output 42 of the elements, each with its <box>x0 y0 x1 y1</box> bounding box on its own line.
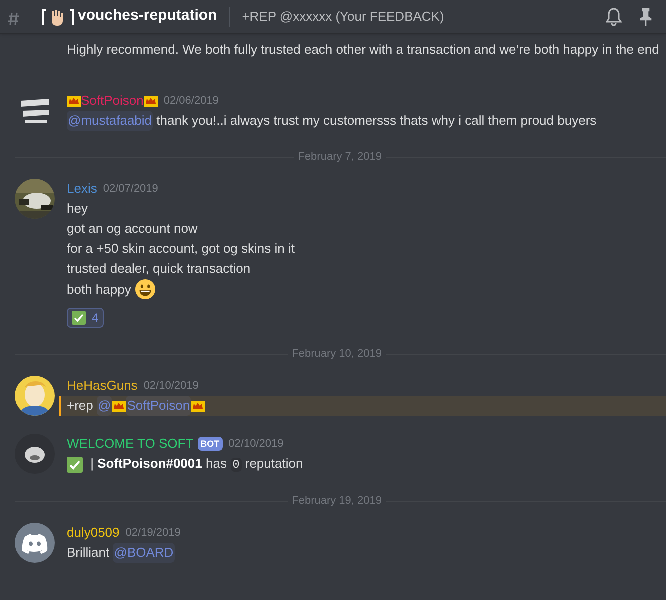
username[interactable]: HeHasGuns <box>67 376 138 396</box>
message-text: Highly recommend. We both fully trusted each other with a transaction and we’re both happy in the end <box>67 41 660 59</box>
message-text: | SoftPoison#0001 has 0 reputation <box>90 455 304 474</box>
date-divider-label: February 10, 2019 <box>291 346 383 362</box>
message-text: both happy <box>67 280 132 299</box>
message-text: thank you!..i always trust my customersss thats why i call them proud buyers <box>156 112 597 130</box>
reaction-button[interactable]: 4 <box>67 308 104 328</box>
date-divider-label: February 7, 2019 <box>297 150 383 165</box>
username[interactable]: duly0509 <box>67 523 120 543</box>
message-text: hey <box>67 200 88 218</box>
message-text: Brilliant <box>67 544 111 562</box>
username[interactable]: WELCOME TO SOFT <box>67 434 194 454</box>
timestamp: 02/06/2019 <box>164 94 219 109</box>
crown-icon <box>191 400 206 412</box>
user-mention[interactable]: @BOARD <box>113 543 175 563</box>
message-text: for a +50 skin account, got og skins in it <box>67 240 295 258</box>
bot-badge: BOT <box>198 437 223 451</box>
timestamp: 02/07/2019 <box>103 182 158 197</box>
username[interactable]: SoftPoison <box>81 91 144 111</box>
crown-icon <box>112 400 126 412</box>
crown-icon <box>67 96 81 106</box>
hand-emoji-icon <box>40 6 76 26</box>
message-text: +rep <box>67 397 94 415</box>
username[interactable]: Lexis <box>67 179 98 199</box>
channel-name: vouches-reputation <box>78 6 218 26</box>
user-mention[interactable]: @mustafaabid <box>67 111 154 131</box>
message-text: got an og account now <box>67 220 198 238</box>
channel-topic: +REP @xxxxxx (Your FEEDBACK) <box>242 8 444 26</box>
bell-icon[interactable] <box>606 8 622 26</box>
user-mention[interactable]: SoftPoison <box>126 396 192 416</box>
date-divider-label: February 19, 2019 <box>291 494 383 509</box>
timestamp: 02/19/2019 <box>126 526 181 541</box>
check-mark-icon <box>72 311 86 325</box>
check-mark-icon <box>67 456 83 472</box>
message-text: trusted dealer, quick transaction <box>67 260 251 278</box>
user-mention[interactable]: @ <box>97 396 112 416</box>
timestamp: 02/10/2019 <box>144 378 199 394</box>
pin-icon[interactable] <box>640 8 652 26</box>
hash-icon <box>8 12 20 26</box>
timestamp: 02/10/2019 <box>228 436 284 452</box>
crown-icon <box>144 96 158 106</box>
smiley-emoji-icon <box>134 279 156 300</box>
